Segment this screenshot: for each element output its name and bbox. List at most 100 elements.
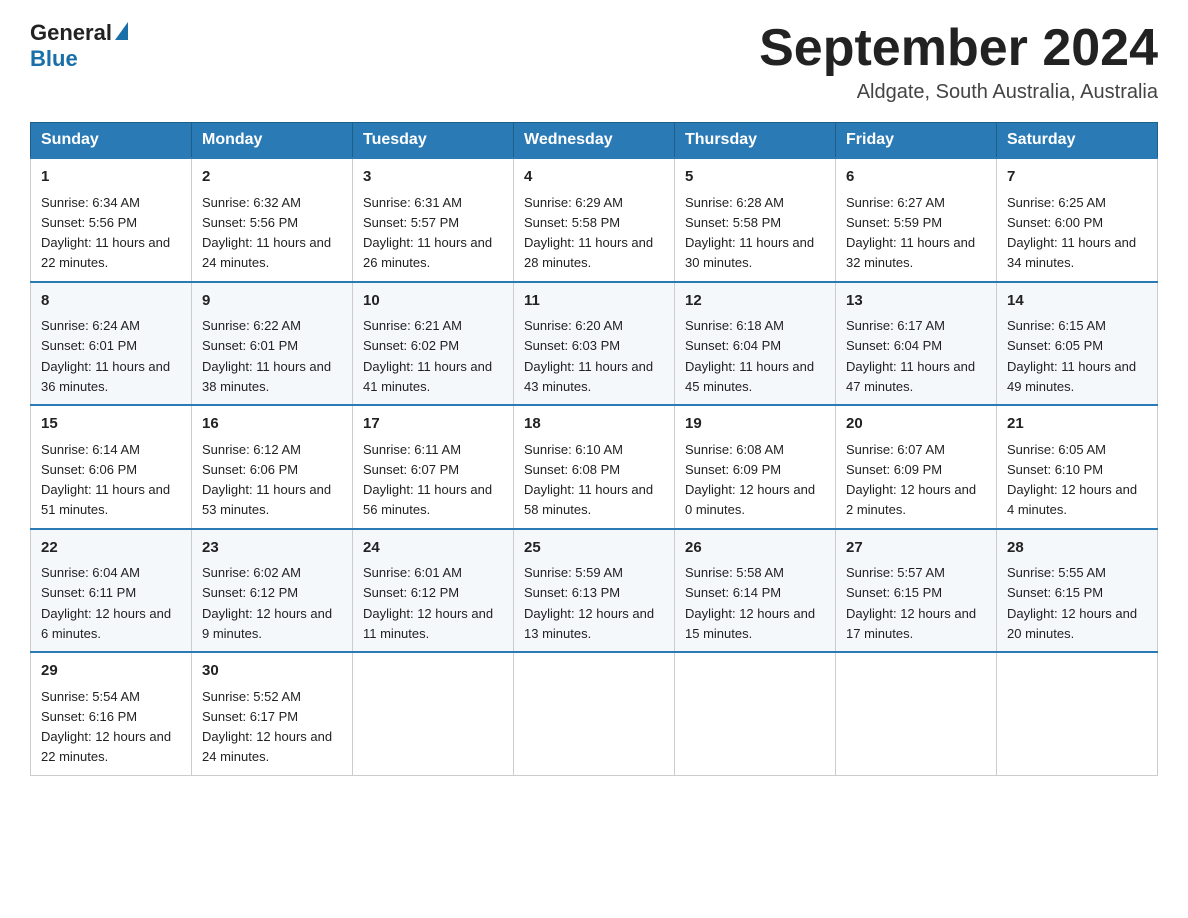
day-number: 24: [363, 537, 503, 560]
day-info: Sunrise: 6:15 AMSunset: 6:05 PMDaylight:…: [1007, 318, 1136, 394]
calendar-cell: 5 Sunrise: 6:28 AMSunset: 5:58 PMDayligh…: [675, 158, 836, 282]
calendar-cell: 6 Sunrise: 6:27 AMSunset: 5:59 PMDayligh…: [836, 158, 997, 282]
calendar-cell: 4 Sunrise: 6:29 AMSunset: 5:58 PMDayligh…: [514, 158, 675, 282]
calendar-cell: 29 Sunrise: 5:54 AMSunset: 6:16 PMDaylig…: [31, 652, 192, 775]
calendar-cell: 10 Sunrise: 6:21 AMSunset: 6:02 PMDaylig…: [353, 282, 514, 406]
calendar-cell: 27 Sunrise: 5:57 AMSunset: 6:15 PMDaylig…: [836, 529, 997, 653]
calendar-cell: 12 Sunrise: 6:18 AMSunset: 6:04 PMDaylig…: [675, 282, 836, 406]
day-number: 21: [1007, 413, 1147, 436]
day-number: 15: [41, 413, 181, 436]
day-info: Sunrise: 5:59 AMSunset: 6:13 PMDaylight:…: [524, 565, 654, 641]
day-number: 25: [524, 537, 664, 560]
day-info: Sunrise: 6:25 AMSunset: 6:00 PMDaylight:…: [1007, 195, 1136, 271]
day-info: Sunrise: 6:31 AMSunset: 5:57 PMDaylight:…: [363, 195, 492, 271]
calendar-cell: 20 Sunrise: 6:07 AMSunset: 6:09 PMDaylig…: [836, 405, 997, 529]
day-info: Sunrise: 6:18 AMSunset: 6:04 PMDaylight:…: [685, 318, 814, 394]
day-info: Sunrise: 6:21 AMSunset: 6:02 PMDaylight:…: [363, 318, 492, 394]
day-number: 13: [846, 290, 986, 313]
day-number: 19: [685, 413, 825, 436]
day-info: Sunrise: 6:22 AMSunset: 6:01 PMDaylight:…: [202, 318, 331, 394]
day-number: 23: [202, 537, 342, 560]
calendar-cell: 21 Sunrise: 6:05 AMSunset: 6:10 PMDaylig…: [997, 405, 1158, 529]
col-monday: Monday: [192, 123, 353, 159]
day-number: 10: [363, 290, 503, 313]
calendar-cell: [836, 652, 997, 775]
day-info: Sunrise: 5:52 AMSunset: 6:17 PMDaylight:…: [202, 689, 332, 765]
calendar-cell: 18 Sunrise: 6:10 AMSunset: 6:08 PMDaylig…: [514, 405, 675, 529]
title-section: September 2024 Aldgate, South Australia,…: [759, 20, 1158, 104]
day-info: Sunrise: 6:10 AMSunset: 6:08 PMDaylight:…: [524, 442, 653, 518]
day-info: Sunrise: 6:12 AMSunset: 6:06 PMDaylight:…: [202, 442, 331, 518]
day-number: 4: [524, 166, 664, 189]
calendar-cell: 15 Sunrise: 6:14 AMSunset: 6:06 PMDaylig…: [31, 405, 192, 529]
calendar-cell: 3 Sunrise: 6:31 AMSunset: 5:57 PMDayligh…: [353, 158, 514, 282]
day-info: Sunrise: 5:54 AMSunset: 6:16 PMDaylight:…: [41, 689, 171, 765]
day-info: Sunrise: 6:01 AMSunset: 6:12 PMDaylight:…: [363, 565, 493, 641]
day-number: 14: [1007, 290, 1147, 313]
calendar-cell: 7 Sunrise: 6:25 AMSunset: 6:00 PMDayligh…: [997, 158, 1158, 282]
day-info: Sunrise: 6:20 AMSunset: 6:03 PMDaylight:…: [524, 318, 653, 394]
day-number: 17: [363, 413, 503, 436]
calendar-cell: [514, 652, 675, 775]
day-number: 30: [202, 660, 342, 683]
day-number: 16: [202, 413, 342, 436]
day-number: 7: [1007, 166, 1147, 189]
day-number: 6: [846, 166, 986, 189]
day-number: 9: [202, 290, 342, 313]
day-number: 26: [685, 537, 825, 560]
calendar-cell: 2 Sunrise: 6:32 AMSunset: 5:56 PMDayligh…: [192, 158, 353, 282]
calendar-cell: 30 Sunrise: 5:52 AMSunset: 6:17 PMDaylig…: [192, 652, 353, 775]
day-number: 22: [41, 537, 181, 560]
calendar-cell: 24 Sunrise: 6:01 AMSunset: 6:12 PMDaylig…: [353, 529, 514, 653]
day-info: Sunrise: 5:57 AMSunset: 6:15 PMDaylight:…: [846, 565, 976, 641]
logo-text-general: General: [30, 20, 112, 46]
calendar-cell: 16 Sunrise: 6:12 AMSunset: 6:06 PMDaylig…: [192, 405, 353, 529]
day-info: Sunrise: 6:34 AMSunset: 5:56 PMDaylight:…: [41, 195, 170, 271]
day-number: 2: [202, 166, 342, 189]
day-number: 27: [846, 537, 986, 560]
week-row-3: 15 Sunrise: 6:14 AMSunset: 6:06 PMDaylig…: [31, 405, 1158, 529]
day-info: Sunrise: 5:58 AMSunset: 6:14 PMDaylight:…: [685, 565, 815, 641]
calendar-cell: [997, 652, 1158, 775]
day-info: Sunrise: 5:55 AMSunset: 6:15 PMDaylight:…: [1007, 565, 1137, 641]
col-tuesday: Tuesday: [353, 123, 514, 159]
day-info: Sunrise: 6:05 AMSunset: 6:10 PMDaylight:…: [1007, 442, 1137, 518]
location: Aldgate, South Australia, Australia: [759, 81, 1158, 104]
day-number: 20: [846, 413, 986, 436]
col-sunday: Sunday: [31, 123, 192, 159]
col-saturday: Saturday: [997, 123, 1158, 159]
calendar-cell: 26 Sunrise: 5:58 AMSunset: 6:14 PMDaylig…: [675, 529, 836, 653]
day-number: 18: [524, 413, 664, 436]
calendar-cell: 13 Sunrise: 6:17 AMSunset: 6:04 PMDaylig…: [836, 282, 997, 406]
calendar-cell: 22 Sunrise: 6:04 AMSunset: 6:11 PMDaylig…: [31, 529, 192, 653]
logo: General Blue: [30, 20, 128, 73]
day-number: 5: [685, 166, 825, 189]
day-info: Sunrise: 6:32 AMSunset: 5:56 PMDaylight:…: [202, 195, 331, 271]
day-number: 1: [41, 166, 181, 189]
day-info: Sunrise: 6:04 AMSunset: 6:11 PMDaylight:…: [41, 565, 171, 641]
calendar-cell: 25 Sunrise: 5:59 AMSunset: 6:13 PMDaylig…: [514, 529, 675, 653]
calendar-cell: 8 Sunrise: 6:24 AMSunset: 6:01 PMDayligh…: [31, 282, 192, 406]
day-info: Sunrise: 6:17 AMSunset: 6:04 PMDaylight:…: [846, 318, 975, 394]
week-row-5: 29 Sunrise: 5:54 AMSunset: 6:16 PMDaylig…: [31, 652, 1158, 775]
day-info: Sunrise: 6:11 AMSunset: 6:07 PMDaylight:…: [363, 442, 492, 518]
day-info: Sunrise: 6:28 AMSunset: 5:58 PMDaylight:…: [685, 195, 814, 271]
calendar-cell: 11 Sunrise: 6:20 AMSunset: 6:03 PMDaylig…: [514, 282, 675, 406]
calendar-cell: 9 Sunrise: 6:22 AMSunset: 6:01 PMDayligh…: [192, 282, 353, 406]
calendar-cell: 1 Sunrise: 6:34 AMSunset: 5:56 PMDayligh…: [31, 158, 192, 282]
day-number: 3: [363, 166, 503, 189]
day-number: 29: [41, 660, 181, 683]
col-thursday: Thursday: [675, 123, 836, 159]
calendar-cell: 23 Sunrise: 6:02 AMSunset: 6:12 PMDaylig…: [192, 529, 353, 653]
day-number: 8: [41, 290, 181, 313]
day-info: Sunrise: 6:02 AMSunset: 6:12 PMDaylight:…: [202, 565, 332, 641]
month-title: September 2024: [759, 20, 1158, 77]
week-row-2: 8 Sunrise: 6:24 AMSunset: 6:01 PMDayligh…: [31, 282, 1158, 406]
logo-triangle-icon: [115, 22, 128, 40]
calendar-cell: [675, 652, 836, 775]
day-info: Sunrise: 6:27 AMSunset: 5:59 PMDaylight:…: [846, 195, 975, 271]
week-row-4: 22 Sunrise: 6:04 AMSunset: 6:11 PMDaylig…: [31, 529, 1158, 653]
day-number: 12: [685, 290, 825, 313]
col-wednesday: Wednesday: [514, 123, 675, 159]
day-number: 28: [1007, 537, 1147, 560]
